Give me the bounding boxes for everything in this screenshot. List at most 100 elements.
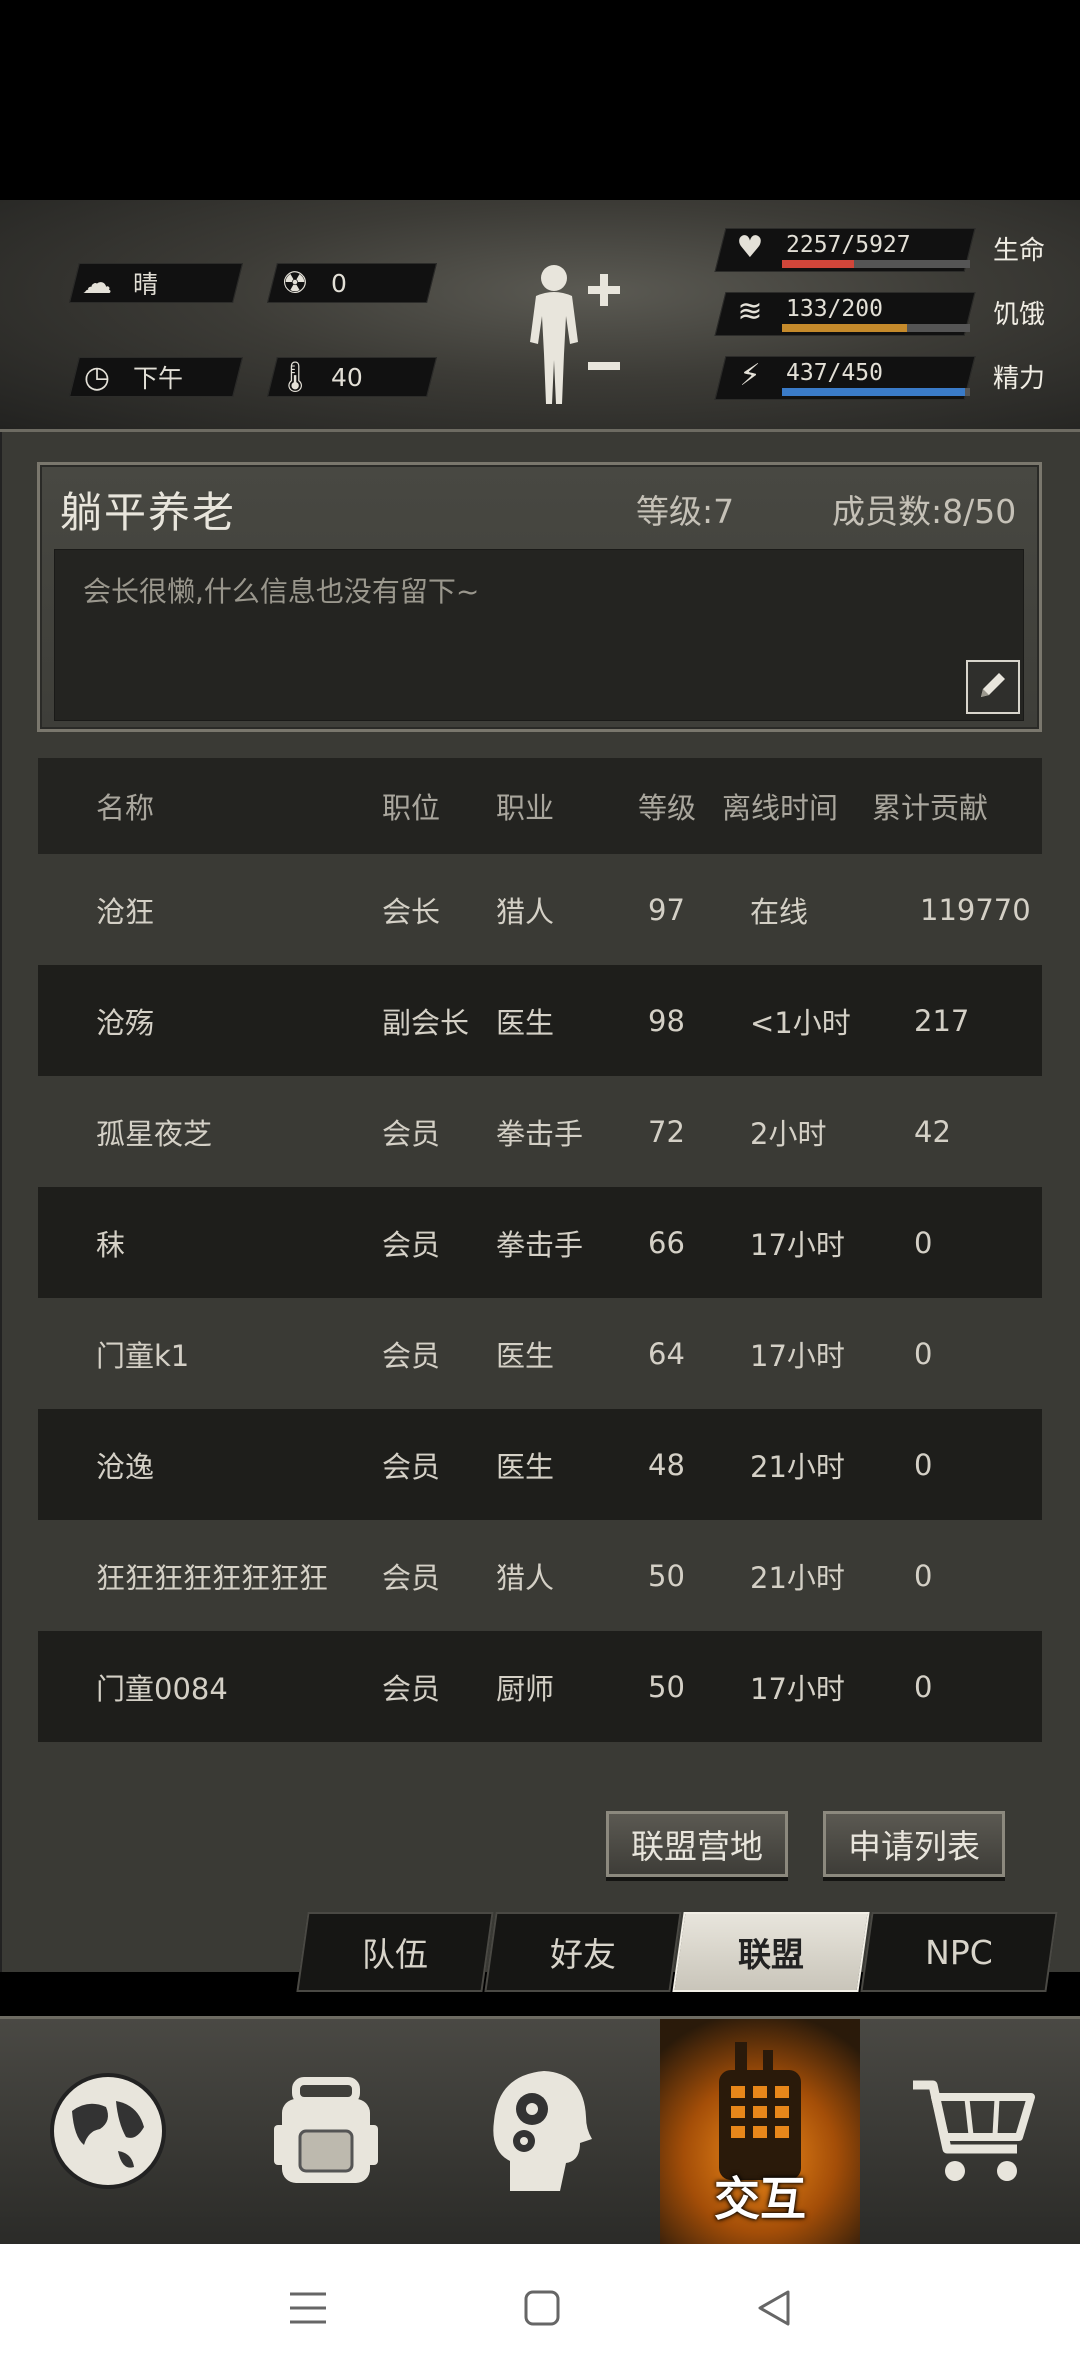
member-contribution: 119770 (920, 892, 1031, 927)
member-position: 会员 (382, 1338, 441, 1373)
member-level: 50 (648, 1669, 685, 1704)
backpack-icon (266, 2071, 386, 2195)
globe-icon (48, 2071, 168, 2195)
member-profession: 厨师 (496, 1671, 555, 1706)
member-name: 沧逸 (96, 1449, 155, 1484)
member-position: 会员 (382, 1671, 441, 1706)
body-status-icon[interactable] (518, 258, 628, 408)
member-level: 50 (648, 1558, 685, 1593)
member-offline-time: 在线 (750, 894, 809, 929)
hunger-value: 133/200 (786, 296, 883, 322)
member-name: 狂狂狂狂狂狂狂狂 (96, 1560, 329, 1595)
member-offline-time: 21小时 (750, 1560, 845, 1595)
guild-notice-box: 会长很懒,什么信息也没有留下~ (54, 549, 1024, 721)
home-icon[interactable] (522, 2288, 562, 2332)
nav-world[interactable] (8, 2019, 208, 2247)
tab-team-label: 队伍 (362, 1935, 428, 1974)
radiation-value: 0 (331, 268, 347, 298)
member-contribution: 0 (914, 1669, 933, 1704)
member-profession: 医生 (496, 1449, 555, 1484)
bottom-nav: 交互 (0, 2016, 1080, 2247)
table-row[interactable]: 沧逸 会员 医生 48 21小时 0 (38, 1409, 1042, 1520)
nav-interaction[interactable]: 交互 (660, 2019, 860, 2247)
heart-icon: ♥ (736, 230, 764, 265)
table-row[interactable]: 门童k1 会员 医生 64 17小时 0 (38, 1298, 1042, 1409)
health-label: 生命 (993, 236, 1046, 266)
member-position: 会长 (382, 894, 441, 929)
radiation-icon: ☢ (281, 265, 309, 301)
nav-interaction-label: 交互 (714, 2172, 806, 2226)
member-offline-time: 17小时 (750, 1227, 845, 1262)
guild-member-count: 成员数:8/50 (832, 492, 1017, 531)
nav-shop[interactable] (872, 2019, 1072, 2247)
header-profession: 职业 (496, 791, 555, 825)
table-row[interactable]: 沧殇 副会长 医生 98 <1小时 217 (38, 965, 1042, 1076)
system-nav-bar (0, 2244, 1080, 2375)
alliance-camp-button[interactable]: 联盟营地 (606, 1811, 788, 1877)
member-offline-time: 17小时 (750, 1338, 845, 1373)
menu-icon[interactable] (286, 2288, 330, 2332)
table-row[interactable]: 孤星夜芝 会员 拳击手 72 2小时 42 (38, 1076, 1042, 1187)
head-gears-icon (480, 2061, 600, 2205)
member-offline-time: 17小时 (750, 1671, 845, 1706)
member-position: 会员 (382, 1560, 441, 1595)
member-name: 秣 (96, 1227, 126, 1262)
tab-friends[interactable]: 好友 (484, 1912, 682, 1992)
member-name: 门童0084 (96, 1671, 228, 1706)
table-row[interactable]: 沧狂 会长 猎人 97 在线 119770 (38, 854, 1042, 965)
header-level: 等级 (638, 791, 697, 825)
social-tabs: 队伍 好友 联盟 NPC (0, 1912, 1080, 1992)
stomach-icon: ≋ (737, 294, 763, 329)
member-name: 沧殇 (96, 1005, 155, 1040)
guild-notice-text: 会长很懒,什么信息也没有留下~ (83, 575, 480, 608)
hunger-label: 饥饿 (993, 300, 1046, 330)
member-contribution: 0 (914, 1447, 933, 1482)
member-level: 98 (648, 1003, 685, 1038)
guild-name: 躺平养老 (60, 488, 237, 537)
table-row[interactable]: 狂狂狂狂狂狂狂狂 会员 猎人 50 21小时 0 (38, 1520, 1042, 1631)
back-icon[interactable] (754, 2288, 794, 2332)
member-contribution: 42 (914, 1114, 951, 1149)
member-profession: 医生 (496, 1338, 555, 1373)
energy-value: 437/450 (786, 360, 883, 386)
edit-notice-button[interactable] (966, 660, 1020, 714)
member-name: 门童k1 (96, 1338, 190, 1373)
clock-icon: ◷ (83, 359, 111, 395)
table-row[interactable]: 秣 会员 拳击手 66 17小时 0 (38, 1187, 1042, 1298)
member-position: 会员 (382, 1116, 441, 1151)
header-position: 职位 (382, 791, 441, 825)
member-name: 孤星夜芝 (96, 1116, 213, 1151)
header-name: 名称 (96, 791, 155, 825)
table-row[interactable]: 门童0084 会员 厨师 50 17小时 0 (38, 1631, 1042, 1742)
member-position: 副会长 (382, 1005, 470, 1040)
weather-chip: ☁ 晴 (69, 263, 243, 303)
energy-label: 精力 (993, 364, 1046, 394)
application-list-button[interactable]: 申请列表 (823, 1811, 1005, 1877)
nav-backpack[interactable] (226, 2019, 426, 2247)
temperature-chip: 🌡 40 (267, 357, 437, 397)
time-value: 下午 (133, 364, 184, 393)
time-chip: ◷ 下午 (69, 357, 243, 397)
tab-alliance[interactable]: 联盟 (672, 1912, 870, 1992)
member-name: 沧狂 (96, 894, 155, 929)
nav-skills[interactable] (440, 2019, 640, 2247)
member-level: 66 (648, 1225, 685, 1260)
tab-team[interactable]: 队伍 (296, 1912, 494, 1992)
member-level: 48 (648, 1447, 685, 1482)
hunger-stat: ≋ 133/200 饥饿 (714, 286, 1060, 338)
member-profession: 猎人 (496, 1560, 555, 1595)
temperature-value: 40 (331, 362, 363, 392)
energy-icon: ⚡ (739, 358, 761, 393)
health-stat: ♥ 2257/5927 生命 (714, 222, 1060, 274)
hunger-bar (782, 324, 908, 332)
member-profession: 猎人 (496, 894, 555, 929)
member-level: 64 (648, 1336, 685, 1371)
health-value: 2257/5927 (786, 232, 911, 258)
tab-npc[interactable]: NPC (860, 1912, 1058, 1992)
member-contribution: 0 (914, 1336, 933, 1371)
cloud-sun-icon: ☁ (82, 265, 112, 301)
status-bar-area (0, 0, 1080, 200)
member-offline-time: 21小时 (750, 1449, 845, 1484)
health-bar (782, 260, 854, 268)
member-contribution: 0 (914, 1225, 933, 1260)
